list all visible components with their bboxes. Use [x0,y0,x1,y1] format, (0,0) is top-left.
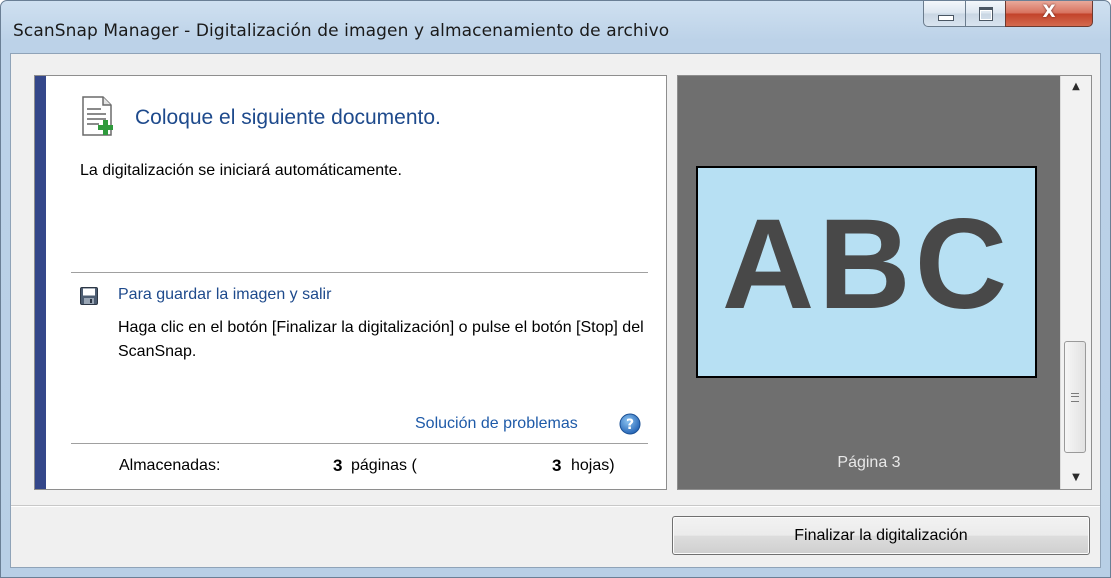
scroll-thumb[interactable] [1064,341,1086,453]
close-button[interactable]: X [1005,1,1093,27]
svg-text:?: ? [626,417,634,433]
preview-scrollbar[interactable]: ▲ ▼ [1060,76,1091,489]
maximize-button[interactable] [965,1,1006,27]
help-icon[interactable]: ? [619,413,641,435]
scroll-down-icon[interactable]: ▼ [1061,467,1091,489]
finish-scan-button[interactable]: Finalizar la digitalización [672,516,1090,555]
dialog-body: Coloque el siguiente documento. La digit… [10,53,1101,568]
thumbnail-text: ABC [721,193,1012,336]
grip-icon [1071,393,1079,402]
pages-label: páginas ( [351,457,417,474]
section-divider [71,272,648,273]
window-title: ScanSnap Manager - Digitalización de ima… [13,21,670,41]
save-hint-title: Para guardar la imagen y salir [118,286,332,303]
page-label: Página 3 [837,454,901,471]
title-bar[interactable]: ScanSnap Manager - Digitalización de ima… [1,1,1110,53]
status-panel: Coloque el siguiente documento. La digit… [34,75,667,490]
save-hint-text: Haga clic en el botón [Finalizar la digi… [118,319,644,360]
preview-panel: ABC Página 3 ▲ ▼ [677,75,1092,490]
stats-divider [71,443,648,444]
save-icon [80,287,98,305]
footer-divider [11,505,1100,507]
close-icon: X [1042,2,1056,22]
minimize-button[interactable] [923,1,966,27]
scroll-up-icon[interactable]: ▲ [1061,76,1091,98]
page-thumbnail[interactable]: ABC [696,166,1037,378]
new-document-icon [82,96,113,136]
pages-count: 3 [333,456,343,475]
preview-area: ABC Página 3 [678,76,1060,489]
sheets-label: hojas) [571,457,615,474]
minimize-icon [938,15,954,21]
stored-label: Almacenadas: [119,457,221,474]
sheets-count: 3 [552,456,562,475]
accent-bar [35,76,46,489]
scansnap-window: ScanSnap Manager - Digitalización de ima… [0,0,1111,578]
troubleshooting-link[interactable]: Solución de problemas [415,415,578,433]
status-heading: Coloque el siguiente documento. [135,106,441,129]
maximize-icon [979,7,993,21]
status-subtext: La digitalización se iniciará automática… [80,162,402,179]
